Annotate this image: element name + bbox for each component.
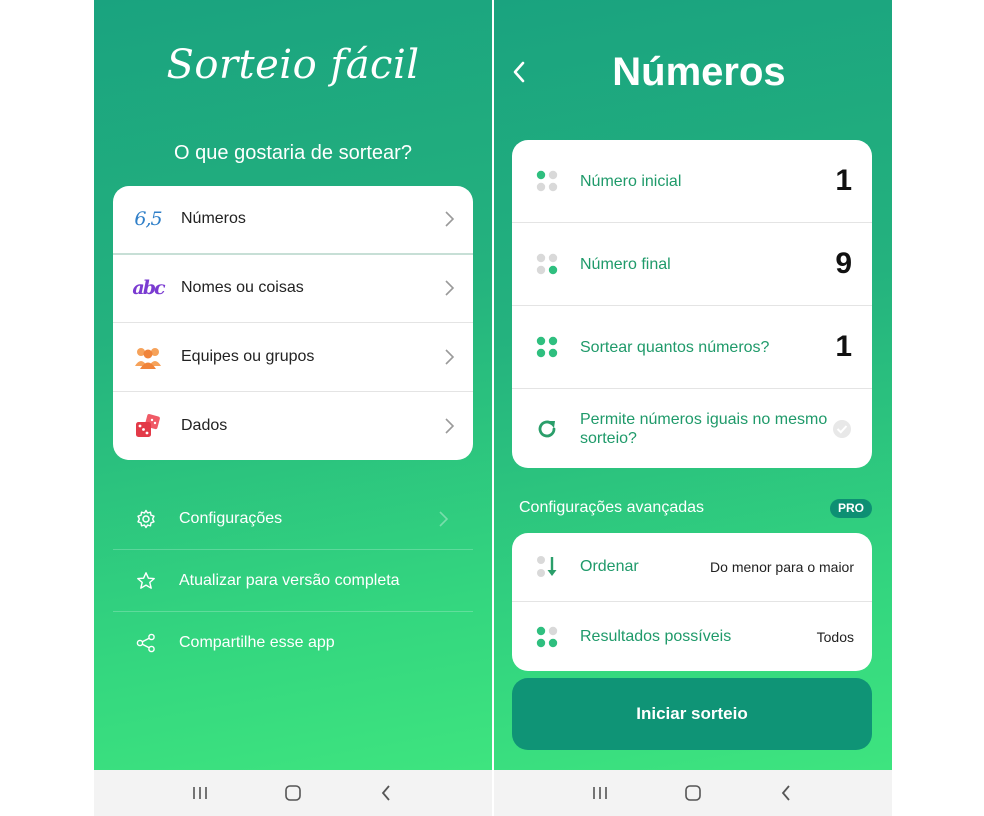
quantity-value: 1 bbox=[835, 330, 852, 363]
dots-icon bbox=[536, 170, 558, 192]
dice-icon bbox=[133, 411, 163, 441]
dots-icon bbox=[536, 253, 558, 275]
end-number-row[interactable]: Número final 9 bbox=[512, 223, 872, 306]
recent-apps-button[interactable] bbox=[580, 778, 620, 808]
numbers-icon: 6,5 bbox=[134, 208, 162, 231]
menu-item-label: Números bbox=[181, 210, 246, 228]
advanced-card: Ordenar Do menor para o maior Resultados… bbox=[512, 533, 872, 671]
home-icon bbox=[285, 785, 301, 801]
dots-icon bbox=[536, 336, 558, 358]
settings-label: Configurações bbox=[179, 509, 283, 527]
start-number-label: Número inicial bbox=[580, 172, 682, 190]
settings-option[interactable]: Configurações bbox=[113, 488, 473, 550]
menu-item-numeros[interactable]: 6,5 Números bbox=[113, 186, 473, 255]
share-icon bbox=[135, 632, 157, 654]
sort-order-row[interactable]: Ordenar Do menor para o maior bbox=[512, 533, 872, 602]
upgrade-label: Atualizar para versão completa bbox=[179, 571, 400, 589]
back-nav-button[interactable] bbox=[366, 778, 406, 808]
question-text: O que gostaria de sortear? bbox=[174, 142, 412, 164]
back-icon bbox=[781, 785, 790, 801]
home-button[interactable] bbox=[673, 778, 713, 808]
upgrade-option[interactable]: Atualizar para versão completa bbox=[113, 550, 473, 612]
share-option[interactable]: Compartilhe esse app bbox=[113, 612, 473, 674]
start-number-value: 1 bbox=[835, 164, 852, 197]
possible-results-row[interactable]: Resultados possíveis Todos bbox=[512, 602, 872, 671]
sort-order-label: Ordenar bbox=[580, 558, 639, 575]
share-label: Compartilhe esse app bbox=[179, 634, 335, 651]
menu-item-label: Dados bbox=[181, 416, 228, 434]
home-button[interactable] bbox=[273, 778, 313, 808]
chevron-right-icon bbox=[445, 211, 455, 227]
system-nav-bar bbox=[494, 770, 892, 816]
advanced-settings-label: Configurações avançadas bbox=[519, 499, 705, 516]
abc-icon: abc bbox=[132, 277, 165, 300]
recent-apps-icon bbox=[193, 787, 208, 799]
back-icon bbox=[381, 785, 390, 801]
draw-type-menu: 6,5 Números abc Nomes ou coisas Equipes … bbox=[113, 186, 473, 460]
possible-results-label: Resultados possíveis bbox=[580, 627, 732, 645]
start-number-row[interactable]: Número inicial 1 bbox=[512, 140, 872, 223]
menu-item-label: Equipes ou grupos bbox=[181, 347, 315, 365]
end-number-value: 9 bbox=[835, 247, 852, 280]
back-nav-button[interactable] bbox=[766, 778, 806, 808]
chevron-right-icon bbox=[445, 349, 455, 365]
home-screen: Sorteio fácil O que gostaria de sortear?… bbox=[94, 0, 492, 816]
options-list: Configurações Atualizar para versão comp… bbox=[113, 488, 473, 674]
home-icon bbox=[685, 785, 701, 801]
sort-order-value: Do menor para o maior bbox=[710, 559, 854, 575]
recent-apps-icon bbox=[593, 787, 608, 799]
allow-repeats-label: Permite números iguais no mesmo sorteio? bbox=[580, 410, 828, 447]
menu-item-label: Nomes ou coisas bbox=[181, 279, 304, 297]
sort-down-icon bbox=[537, 556, 557, 577]
recent-apps-button[interactable] bbox=[180, 778, 220, 808]
pro-badge: PRO bbox=[830, 499, 872, 518]
app-title: Sorteio fácil bbox=[166, 42, 420, 88]
chevron-right-icon bbox=[439, 510, 449, 527]
parameters-card: Número inicial 1 Número final 9 Sortear … bbox=[512, 140, 872, 468]
possible-results-value: Todos bbox=[816, 628, 854, 645]
menu-item-equipes[interactable]: Equipes ou grupos bbox=[113, 323, 473, 392]
chevron-right-icon bbox=[445, 280, 455, 296]
gear-icon bbox=[135, 508, 157, 530]
allow-repeats-row[interactable]: Permite números iguais no mesmo sorteio? bbox=[512, 389, 872, 468]
end-number-label: Número final bbox=[580, 255, 671, 273]
people-icon bbox=[133, 342, 163, 372]
chevron-right-icon bbox=[445, 418, 455, 434]
menu-item-nomes[interactable]: abc Nomes ou coisas bbox=[113, 255, 473, 323]
quantity-row[interactable]: Sortear quantos números? 1 bbox=[512, 306, 872, 389]
refresh-icon bbox=[538, 420, 556, 437]
star-icon bbox=[135, 570, 157, 592]
page-title: Números bbox=[612, 50, 786, 94]
start-draw-button[interactable]: Iniciar sorteio bbox=[512, 678, 872, 750]
dots-icon bbox=[536, 626, 558, 647]
checkmark-icon[interactable] bbox=[832, 419, 852, 439]
quantity-label: Sortear quantos números? bbox=[580, 338, 770, 356]
system-nav-bar bbox=[94, 770, 492, 816]
menu-item-dados[interactable]: Dados bbox=[113, 392, 473, 461]
numbers-screen: Números Número inicial 1 Número final 9 … bbox=[494, 0, 892, 816]
